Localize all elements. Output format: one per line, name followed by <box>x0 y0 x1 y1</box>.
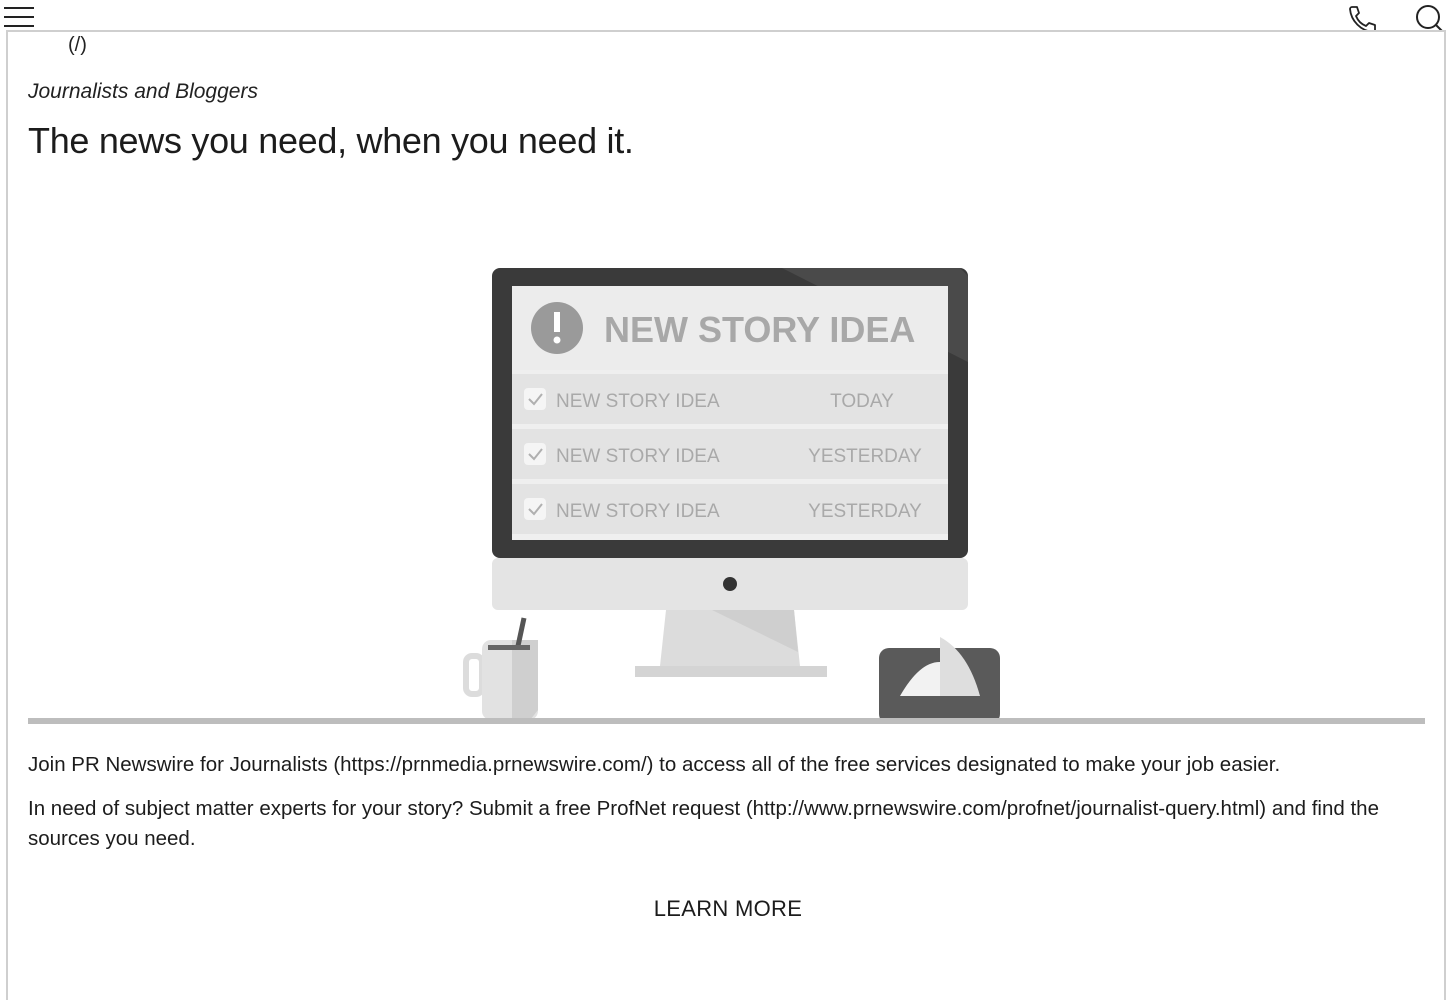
row-title: NEW STORY IDEA <box>556 501 720 522</box>
section-headline: The news you need, when you need it. <box>28 120 634 161</box>
row-check-icon <box>524 498 546 520</box>
coffee-mug-icon <box>463 617 538 720</box>
section-eyebrow: Journalists and Bloggers <box>28 80 258 103</box>
row-when: YESTERDAY <box>808 446 922 467</box>
row-when: TODAY <box>830 391 894 412</box>
profnet-link[interactable]: http://www.prnewswire.com/profnet/journa… <box>753 797 1260 820</box>
learn-more-button[interactable]: LEARN MORE <box>628 896 828 922</box>
journalists-card: (/) Journalists and Bloggers The news yo… <box>6 30 1446 1000</box>
top-bar <box>0 0 1450 35</box>
row-title: NEW STORY IDEA <box>556 391 720 412</box>
alert-badge-icon <box>531 302 583 354</box>
prnmedia-link[interactable]: https://prnmedia.prnewswire.com/ <box>340 753 646 776</box>
row-check-icon <box>524 443 546 465</box>
screen-banner: NEW STORY IDEA <box>604 309 915 350</box>
join-paragraph: Join PR Newswire for Journalists (https:… <box>28 750 1428 780</box>
mouse-pad-icon <box>879 637 1000 724</box>
hamburger-menu-icon[interactable] <box>4 6 34 28</box>
section-divider <box>28 718 1425 724</box>
row-title: NEW STORY IDEA <box>556 446 720 467</box>
home-logo-link[interactable]: (/) <box>68 34 87 57</box>
row-when: YESTERDAY <box>808 501 922 522</box>
profnet-paragraph: In need of subject matter experts for yo… <box>28 794 1428 854</box>
profnet-text-prefix: In need of subject matter experts for yo… <box>28 797 753 820</box>
row-check-icon <box>524 388 546 410</box>
join-text-prefix: Join PR Newswire for Journalists ( <box>28 753 341 776</box>
monitor-illustration: NEW STORY IDEA NEW STORY IDEA TODAY NEW … <box>463 268 1000 724</box>
join-text-suffix: ) to access all of the free services des… <box>646 753 1281 776</box>
